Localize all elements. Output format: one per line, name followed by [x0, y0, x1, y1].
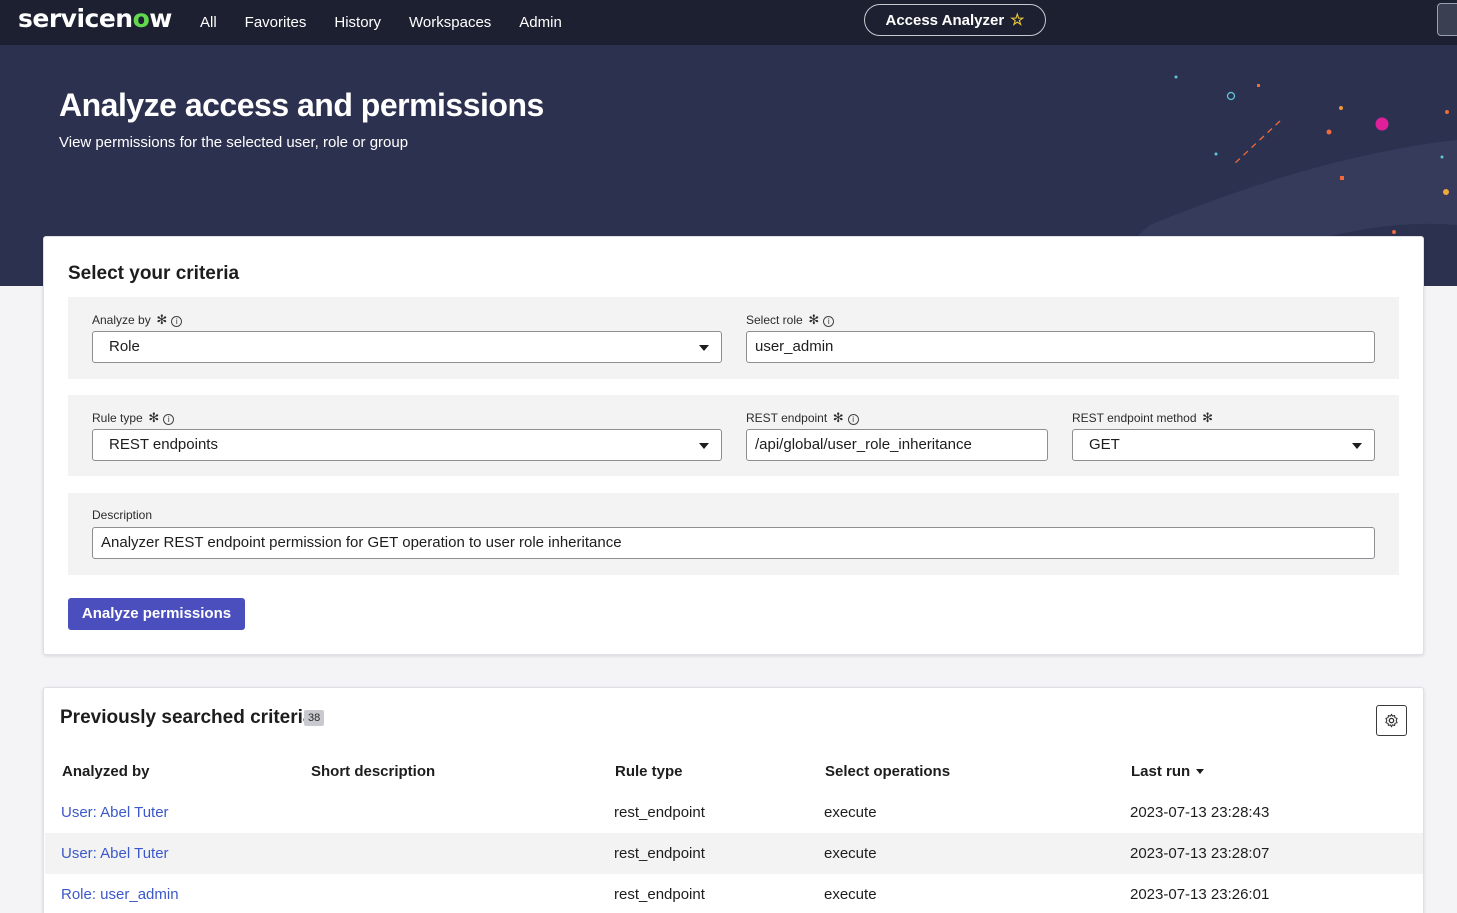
select-role-label-wrap: Select role ✻ i — [746, 312, 835, 328]
analyze-by-value: Role — [109, 338, 140, 355]
sort-descending-icon — [1196, 769, 1205, 774]
nav-favorites[interactable]: Favorites — [245, 14, 307, 31]
last-run-cell: 2023-07-13 23:28:07 — [1130, 845, 1270, 862]
rest-method-label: REST endpoint method — [1072, 411, 1197, 425]
col-select-operations[interactable]: Select operations — [825, 763, 950, 780]
page-title: Analyze access and permissions — [59, 87, 544, 123]
last-run-cell: 2023-07-13 23:26:01 — [1130, 886, 1270, 903]
criteria-heading: Select your criteria — [68, 263, 240, 284]
rule-type-label-wrap: Rule type ✻ i — [92, 410, 175, 426]
col-last-run-label: Last run — [1131, 763, 1191, 780]
rule-type-value: REST endpoints — [109, 436, 218, 453]
chevron-down-icon — [699, 443, 709, 449]
info-icon[interactable]: i — [163, 414, 175, 425]
panel-description: Description Analyzer REST endpoint permi… — [68, 493, 1399, 575]
operations-cell: execute — [824, 886, 877, 903]
count-badge: 38 — [304, 710, 325, 726]
col-analyzed-by[interactable]: Analyzed by — [62, 763, 150, 780]
select-role-label: Select role — [746, 313, 803, 327]
nav-history[interactable]: History — [334, 14, 381, 31]
description-label: Description — [92, 508, 153, 522]
analyzed-by-link[interactable]: User: Abel Tuter — [61, 845, 169, 862]
analyze-permissions-button[interactable]: Analyze permissions — [68, 598, 245, 630]
required-asterisk-icon: ✻ — [152, 312, 168, 327]
search-icon[interactable] — [1437, 3, 1457, 36]
criteria-card: Select your criteria Analyze by ✻ i Role … — [43, 236, 1424, 655]
nav-workspaces[interactable]: Workspaces — [409, 14, 491, 31]
table-row: User: Abel Tuter rest_endpoint execute 2… — [45, 792, 1423, 833]
table-row: User: Abel Tuter rest_endpoint execute 2… — [45, 833, 1423, 874]
rest-endpoint-input[interactable]: /api/global/user_role_inheritance — [746, 429, 1048, 461]
select-role-value: user_admin — [755, 338, 834, 355]
rule-type-cell: rest_endpoint — [614, 845, 705, 862]
chevron-down-icon — [1352, 443, 1362, 449]
nav-links: All Favorites History Workspaces Admin — [200, 0, 590, 45]
rest-method-value: GET — [1089, 436, 1120, 453]
rest-method-select[interactable]: GET — [1072, 429, 1375, 461]
analyzed-by-link[interactable]: User: Abel Tuter — [61, 804, 169, 821]
nav-all[interactable]: All — [200, 14, 217, 31]
col-last-run[interactable]: Last run — [1131, 763, 1205, 780]
required-asterisk-icon: ✻ — [829, 410, 844, 425]
required-asterisk-icon: ✻ — [804, 312, 820, 327]
operations-cell: execute — [824, 845, 877, 862]
table-row: Role: user_admin rest_endpoint execute 2… — [45, 874, 1423, 913]
chevron-down-icon — [699, 345, 709, 351]
top-nav: servicenow All Favorites History Workspa… — [0, 0, 1457, 45]
description-input[interactable]: Analyzer REST endpoint permission for GE… — [92, 527, 1375, 559]
servicenow-logo[interactable]: servicenow — [18, 4, 172, 33]
nav-admin[interactable]: Admin — [519, 14, 562, 31]
analyze-by-label: Analyze by — [92, 313, 151, 327]
select-role-input[interactable]: user_admin — [746, 331, 1375, 363]
rule-type-cell: rest_endpoint — [614, 804, 705, 821]
rest-method-label-wrap: REST endpoint method ✻ — [1072, 410, 1213, 426]
info-icon[interactable]: i — [847, 414, 859, 425]
panel-rule: Rule type ✻ i REST endpoints REST endpoin… — [68, 395, 1399, 476]
description-value: Analyzer REST endpoint permission for GE… — [101, 534, 622, 551]
info-icon[interactable]: i — [823, 316, 835, 327]
history-card: Previously searched criteria 38 Analyzed… — [43, 687, 1424, 913]
history-heading: Previously searched criteria — [60, 707, 314, 728]
col-rule-type[interactable]: Rule type — [615, 763, 683, 780]
rest-endpoint-label: REST endpoint — [746, 411, 828, 425]
analyze-by-label-wrap: Analyze by ✻ i — [92, 312, 183, 328]
rest-endpoint-label-wrap: REST endpoint ✻ i — [746, 410, 859, 426]
rule-type-label: Rule type — [92, 411, 143, 425]
info-icon[interactable]: i — [171, 316, 183, 327]
required-asterisk-icon: ✻ — [1198, 410, 1214, 425]
last-run-cell: 2023-07-13 23:28:43 — [1130, 804, 1270, 821]
page-subtitle: View permissions for the selected user, … — [59, 134, 409, 151]
rest-endpoint-value: /api/global/user_role_inheritance — [755, 436, 972, 453]
col-short-description[interactable]: Short description — [311, 763, 435, 780]
analyze-by-select[interactable]: Role — [92, 331, 722, 363]
analyzed-by-link[interactable]: Role: user_admin — [61, 886, 179, 903]
panel-analyze: Analyze by ✻ i Role Select role ✻ i user_a… — [68, 297, 1399, 379]
settings-button[interactable] — [1376, 705, 1407, 736]
rule-type-cell: rest_endpoint — [614, 886, 705, 903]
gear-icon — [1385, 713, 1398, 728]
app-pill[interactable]: Access Analyzer ☆ — [864, 4, 1046, 36]
app-pill-label: Access Analyzer — [885, 11, 1005, 29]
star-icon[interactable]: ☆ — [1010, 10, 1024, 30]
rule-type-select[interactable]: REST endpoints — [92, 429, 722, 461]
required-asterisk-icon: ✻ — [144, 410, 160, 425]
operations-cell: execute — [824, 804, 877, 821]
